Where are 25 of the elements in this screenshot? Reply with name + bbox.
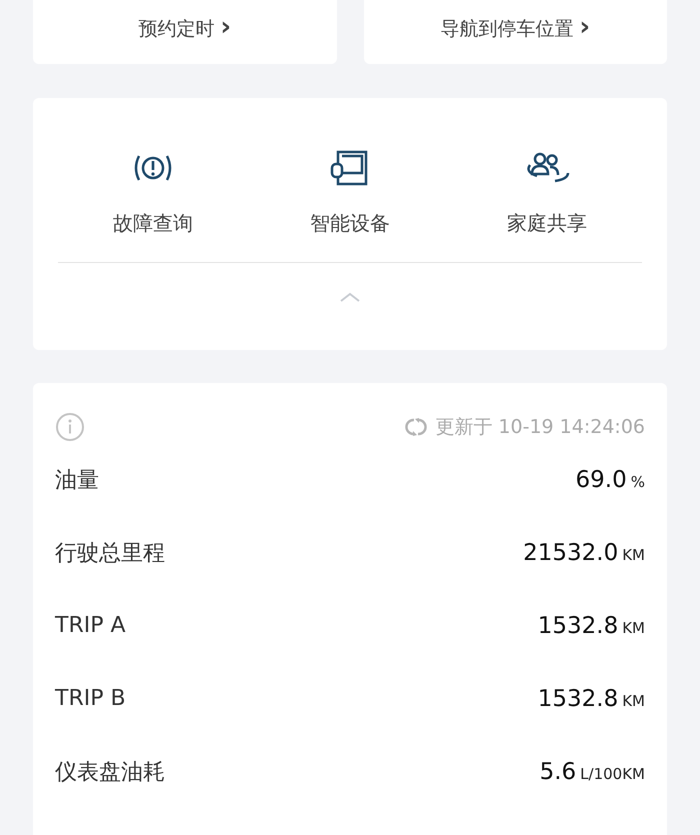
stat-value: 1532.8 (538, 686, 618, 712)
chevron-icon: › (220, 14, 232, 40)
link-card[interactable]: 导航到停车位置 › (364, 0, 667, 64)
stat-value: 1532.8 (538, 612, 618, 638)
stat-value: 5.6 (540, 758, 576, 784)
link-label: 预约定时 (138, 17, 214, 42)
stat-unit: KM (622, 618, 645, 636)
stat-unit: L/100KM (580, 764, 645, 782)
stat-label: 行驶总里程 (55, 540, 165, 568)
stat-label: TRIP B (55, 686, 126, 711)
feature-label: 故障查询 (113, 210, 193, 237)
update-time: 更新于 10-19 14:24:06 (435, 415, 645, 440)
stat-value: 69.0 (576, 466, 627, 492)
link-label: 导航到停车位置 (440, 17, 574, 42)
stat-label: 仪表盘油耗 (55, 758, 165, 786)
chevron-icon: › (579, 14, 590, 40)
stat-unit: KM (622, 546, 645, 564)
feature-label: 智能设备 (310, 210, 390, 237)
stat-label: TRIP A (55, 613, 126, 638)
stat-unit: % (630, 472, 645, 490)
link-card[interactable]: 预约定时 › (33, 0, 336, 64)
stat-unit: KM (622, 692, 645, 710)
feature-label: 家庭共享 (507, 210, 587, 237)
stat-label: 油量 (55, 466, 99, 494)
stat-value: 21532.0 (523, 540, 618, 566)
